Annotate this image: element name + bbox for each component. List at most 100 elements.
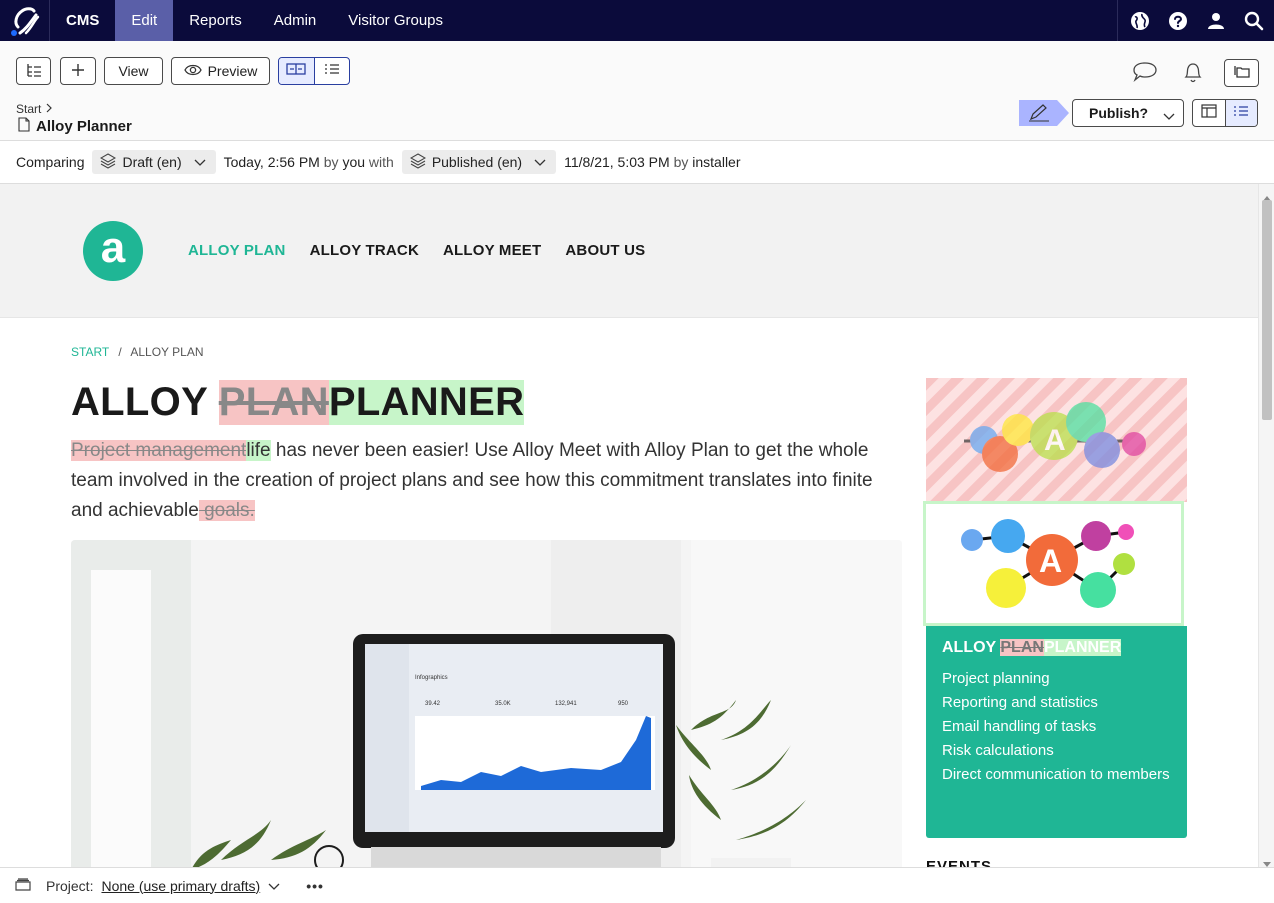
- project-icon: [14, 877, 32, 894]
- page-heading: ALLOY PLAN PLANNER: [71, 380, 525, 425]
- side-by-side-compare-button[interactable]: [279, 58, 315, 84]
- screen-title: Infographics: [415, 675, 448, 681]
- chevron-down-icon[interactable]: [268, 878, 280, 894]
- optimizely-logo-icon[interactable]: [0, 0, 50, 41]
- split-view-icon: [286, 62, 306, 80]
- globe-icon[interactable]: [1130, 11, 1150, 31]
- teaser-title-removed: PLAN: [1000, 639, 1044, 656]
- teaser-item: Project planning: [942, 670, 1050, 687]
- more-options-button[interactable]: •••: [306, 878, 324, 894]
- lead-added-text: life: [246, 440, 271, 461]
- draft-time: Today, 2:56 PM: [223, 154, 320, 170]
- heading-prefix: ALLOY: [71, 380, 219, 424]
- assets-pane-button[interactable]: [1224, 59, 1259, 87]
- comments-icon[interactable]: [1132, 61, 1158, 88]
- edit-toolbar: View Preview Start Alloy Planner Publish…: [0, 41, 1274, 141]
- nav-reports[interactable]: Reports: [173, 0, 258, 41]
- edit-status-pencil-icon[interactable]: [1019, 100, 1069, 126]
- screen-stat-4: 950: [618, 701, 629, 707]
- folders-icon: [1233, 64, 1251, 82]
- versions-stack-icon: [100, 152, 117, 172]
- page-title: Alloy Planner: [18, 117, 132, 136]
- draft-version-select[interactable]: Draft (en): [92, 150, 216, 174]
- properties-view-button[interactable]: [1224, 100, 1257, 126]
- view-button[interactable]: View: [104, 57, 163, 85]
- scrollbar-thumb[interactable]: [1262, 200, 1272, 420]
- tree-icon: [26, 63, 42, 80]
- site-nav: ALLOY PLAN ALLOY TRACK ALLOY MEET ABOUT …: [188, 242, 645, 259]
- teaser-item: Email handling of tasks: [942, 718, 1097, 735]
- site-nav-alloy-plan[interactable]: ALLOY PLAN: [188, 242, 286, 259]
- hero-image: Infographics 39.42 35.0K 132,941 950: [71, 540, 902, 867]
- teaser-title-prefix: ALLOY: [942, 639, 1001, 656]
- page-tree-button[interactable]: [16, 57, 51, 85]
- compare-bar: Comparing Draft (en) Today, 2:56 PM by y…: [0, 141, 1274, 184]
- teaser-item: Risk calculations: [942, 742, 1054, 759]
- heading-removed-text: PLAN: [218, 380, 329, 425]
- events-heading: EVENTS: [926, 858, 993, 867]
- publish-label: Publish?: [1089, 105, 1149, 121]
- chevron-right-icon: [45, 102, 53, 116]
- screen-stat-3: 132,941: [555, 701, 577, 707]
- versions-stack-icon: [409, 152, 426, 172]
- preview-button[interactable]: Preview: [171, 57, 270, 85]
- product-teaser-block[interactable]: ALLOY PLANPLANNER Project planning Repor…: [926, 626, 1187, 838]
- site-nav-alloy-track[interactable]: ALLOY TRACK: [310, 242, 419, 259]
- nav-cms[interactable]: CMS: [50, 0, 115, 41]
- screen-stat-1: 39.42: [425, 701, 441, 707]
- add-button[interactable]: [60, 57, 96, 85]
- alloy-logo[interactable]: a: [83, 221, 143, 281]
- page-title-text: Alloy Planner: [36, 118, 132, 135]
- by-label: by: [323, 154, 339, 170]
- lead-paragraph: Project managementlife has never been ea…: [71, 436, 891, 526]
- breadcrumb: Start: [16, 102, 53, 116]
- chevron-down-icon: [1163, 108, 1175, 124]
- published-author: installer: [692, 154, 741, 170]
- teaser-item: Reporting and statistics: [942, 694, 1098, 711]
- site-nav-alloy-meet[interactable]: ALLOY MEET: [443, 242, 541, 259]
- project-label: Project:: [46, 877, 94, 894]
- nav-admin[interactable]: Admin: [258, 0, 333, 41]
- nav-visitor-groups[interactable]: Visitor Groups: [332, 0, 459, 41]
- list-compare-button[interactable]: [315, 58, 350, 84]
- publish-button[interactable]: Publish?: [1072, 99, 1184, 127]
- removed-teaser-image: A: [926, 378, 1187, 502]
- site-nav-about-us[interactable]: ABOUT US: [565, 242, 645, 259]
- top-navigation: CMS Edit Reports Admin Visitor Groups: [0, 0, 1274, 41]
- user-icon[interactable]: [1206, 11, 1226, 31]
- layout-view-button[interactable]: [1193, 100, 1225, 126]
- teaser-title-added: PLANNER: [1043, 639, 1122, 656]
- site-header: a ALLOY PLAN ALLOY TRACK ALLOY MEET ABOU…: [0, 184, 1258, 318]
- teaser-title: ALLOY PLANPLANNER: [942, 639, 1171, 657]
- breadcrumb-separator: /: [118, 345, 122, 359]
- compare-mode-toggle: [278, 57, 350, 85]
- screen-stat-2: 35.0K: [495, 701, 511, 707]
- site-breadcrumb-start[interactable]: START: [71, 345, 109, 359]
- nav-edit[interactable]: Edit: [115, 0, 174, 41]
- help-icon[interactable]: [1168, 11, 1188, 31]
- added-teaser-image: A: [923, 501, 1184, 626]
- published-time: 11/8/21, 5:03 PM: [564, 154, 670, 170]
- site-breadcrumb-current: ALLOY PLAN: [130, 345, 204, 359]
- compare-label: Comparing: [16, 154, 85, 170]
- lead-removed-text: Project management: [71, 440, 247, 461]
- breadcrumb-start[interactable]: Start: [16, 102, 41, 116]
- chevron-down-icon: [534, 154, 546, 170]
- published-version-select[interactable]: Published (en): [401, 150, 557, 174]
- heading-added-text: PLANNER: [328, 380, 525, 425]
- list-icon: [324, 62, 340, 80]
- with-label: with: [368, 154, 394, 170]
- eye-icon: [183, 63, 202, 79]
- site-breadcrumb: START / ALLOY PLAN: [71, 345, 204, 359]
- top-right-actions: [1117, 0, 1274, 41]
- search-icon[interactable]: [1244, 11, 1264, 31]
- chevron-down-icon: [194, 154, 206, 170]
- preview-label: Preview: [207, 63, 258, 79]
- page-document-icon: [18, 117, 30, 136]
- list-icon: [1233, 104, 1249, 122]
- published-version-label: Published (en): [431, 154, 523, 170]
- preview-scrollbar[interactable]: [1258, 184, 1274, 867]
- draft-version-label: Draft (en): [122, 154, 182, 170]
- project-select[interactable]: None (use primary drafts): [101, 878, 260, 894]
- notifications-bell-icon[interactable]: [1182, 60, 1204, 89]
